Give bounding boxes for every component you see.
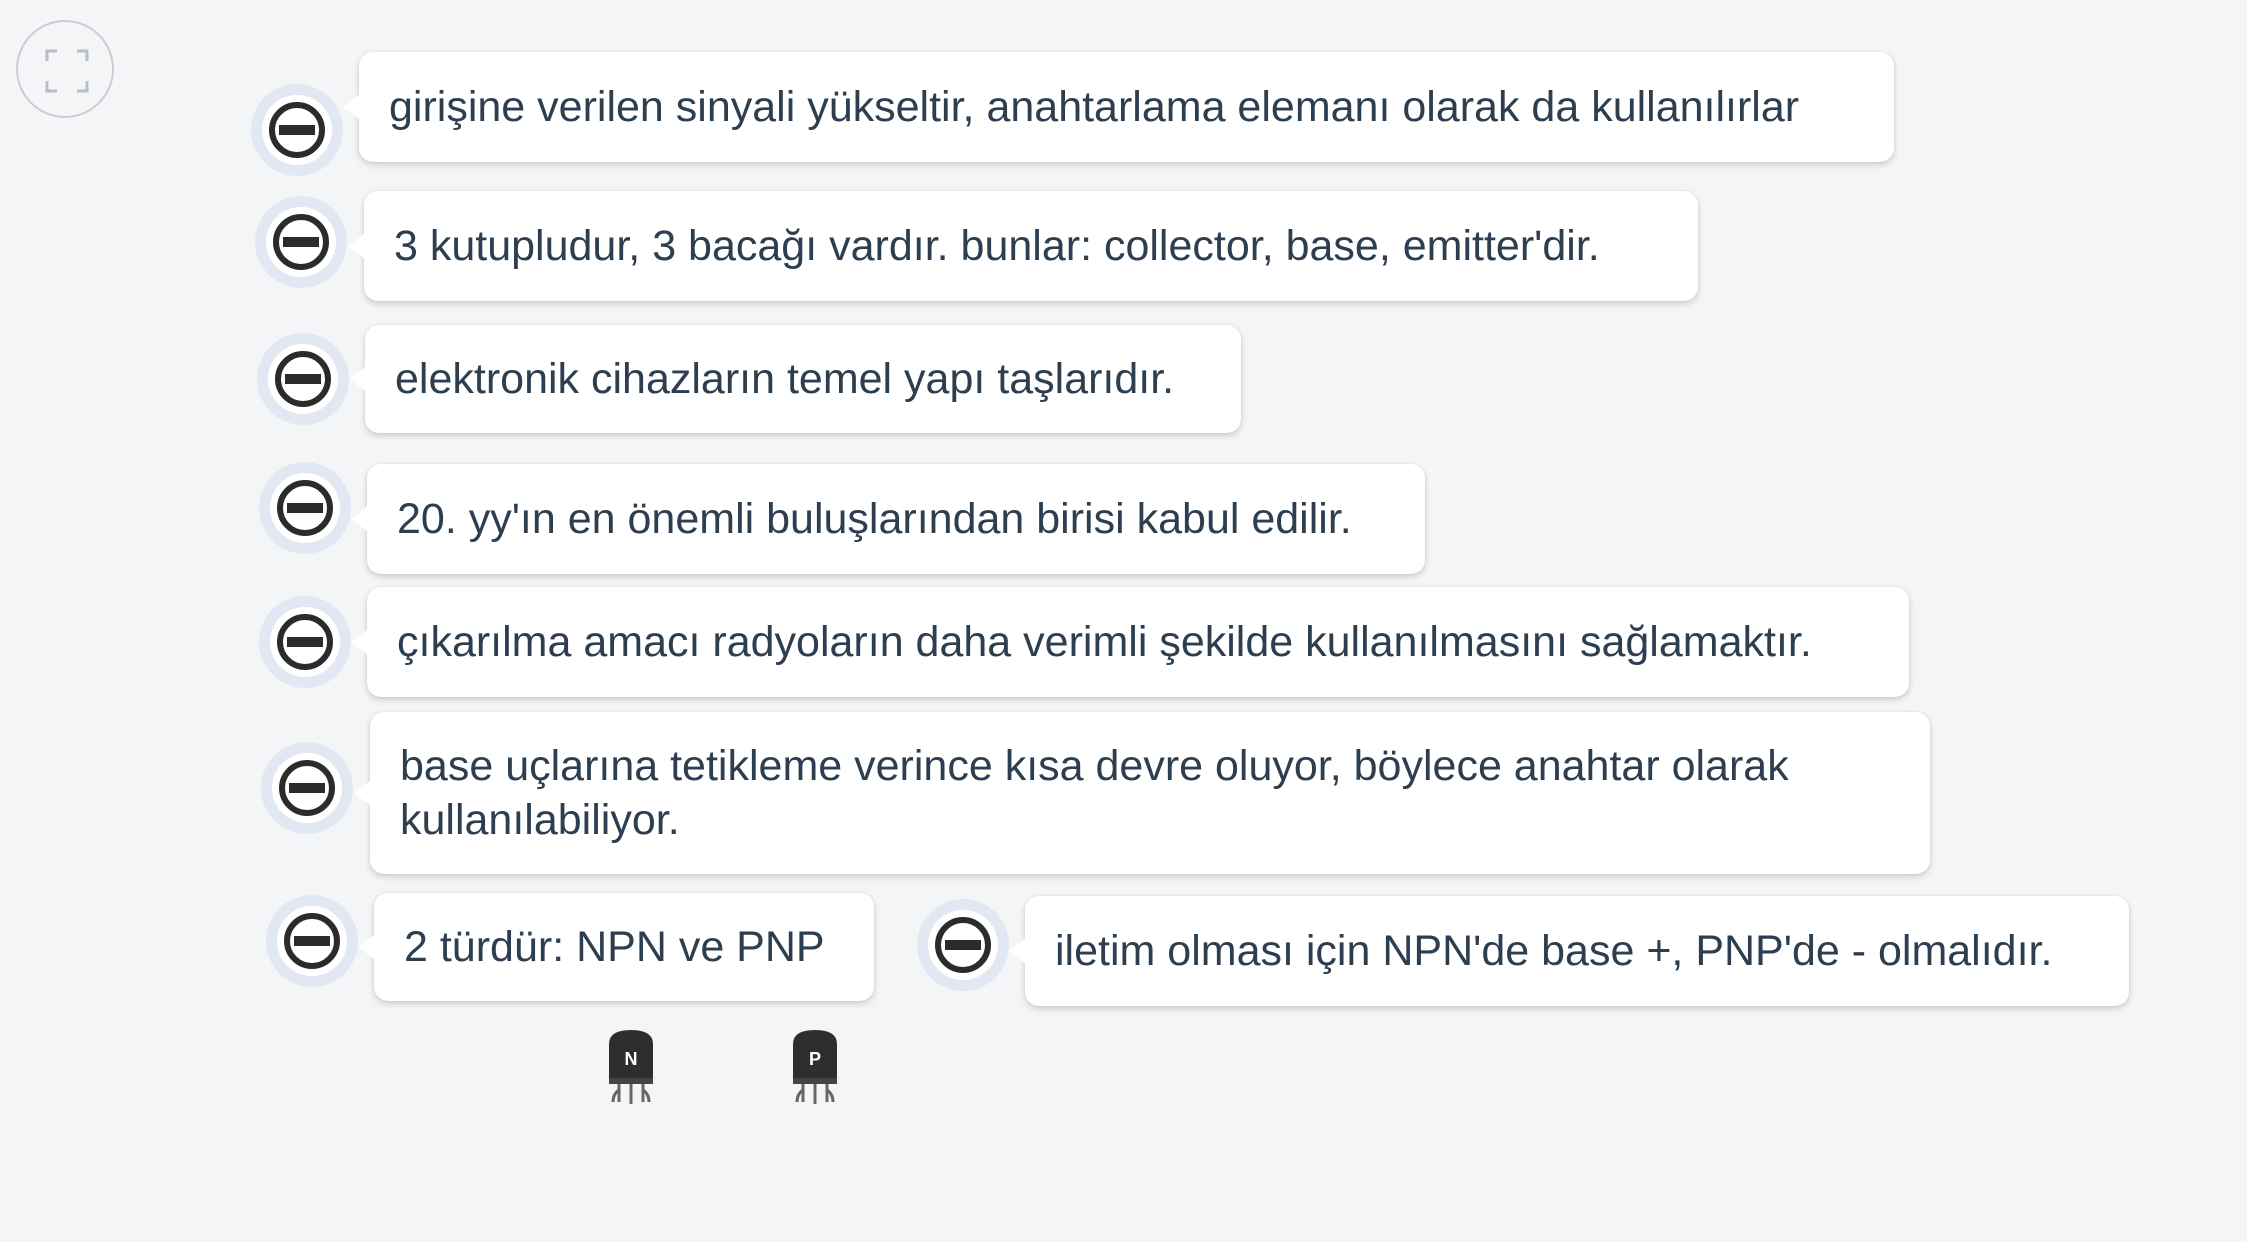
collapse-button-2[interactable] [255, 196, 347, 288]
minus-circle-icon [279, 760, 335, 816]
collapse-button-1[interactable] [251, 84, 343, 176]
node-text-4[interactable]: 20. yy'ın en önemli buluşlarından birisi… [351, 464, 1425, 574]
expand-icon [45, 49, 89, 93]
node-text-6[interactable]: base uçlarına tetikleme verince kısa dev… [354, 712, 1930, 874]
collapse-button-6[interactable] [261, 742, 353, 834]
collapse-button-3[interactable] [257, 333, 349, 425]
node-text-7[interactable]: 2 türdür: NPN ve PNP [358, 893, 874, 1001]
minus-circle-icon [277, 480, 333, 536]
collapse-button-4[interactable] [259, 462, 351, 554]
minus-circle-icon [284, 913, 340, 969]
minus-circle-icon [273, 214, 329, 270]
collapse-button-5[interactable] [259, 596, 351, 688]
minus-circle-icon [935, 917, 991, 973]
fullscreen-button[interactable] [16, 20, 114, 118]
node-text-8[interactable]: iletim olması için NPN'de base +, PNP'de… [1009, 896, 2129, 1006]
node-text-2[interactable]: 3 kutupludur, 3 bacağı vardır. bunlar: c… [348, 191, 1698, 301]
node-text-1[interactable]: girişine verilen sinyali yükseltir, anah… [343, 52, 1894, 162]
minus-circle-icon [275, 351, 331, 407]
collapse-button-8[interactable] [917, 899, 1009, 991]
collapse-button-7[interactable] [266, 895, 358, 987]
transistor-label-p: P [809, 1049, 821, 1069]
minus-circle-icon [269, 102, 325, 158]
pnp-transistor-icon: P [789, 1028, 841, 1113]
minus-circle-icon [277, 614, 333, 670]
node-text-5[interactable]: çıkarılma amacı radyoların daha verimli … [351, 587, 1909, 697]
npn-transistor-icon: N [605, 1028, 657, 1113]
transistor-label-n: N [625, 1049, 638, 1069]
node-text-3[interactable]: elektronik cihazların temel yapı taşları… [349, 325, 1241, 433]
